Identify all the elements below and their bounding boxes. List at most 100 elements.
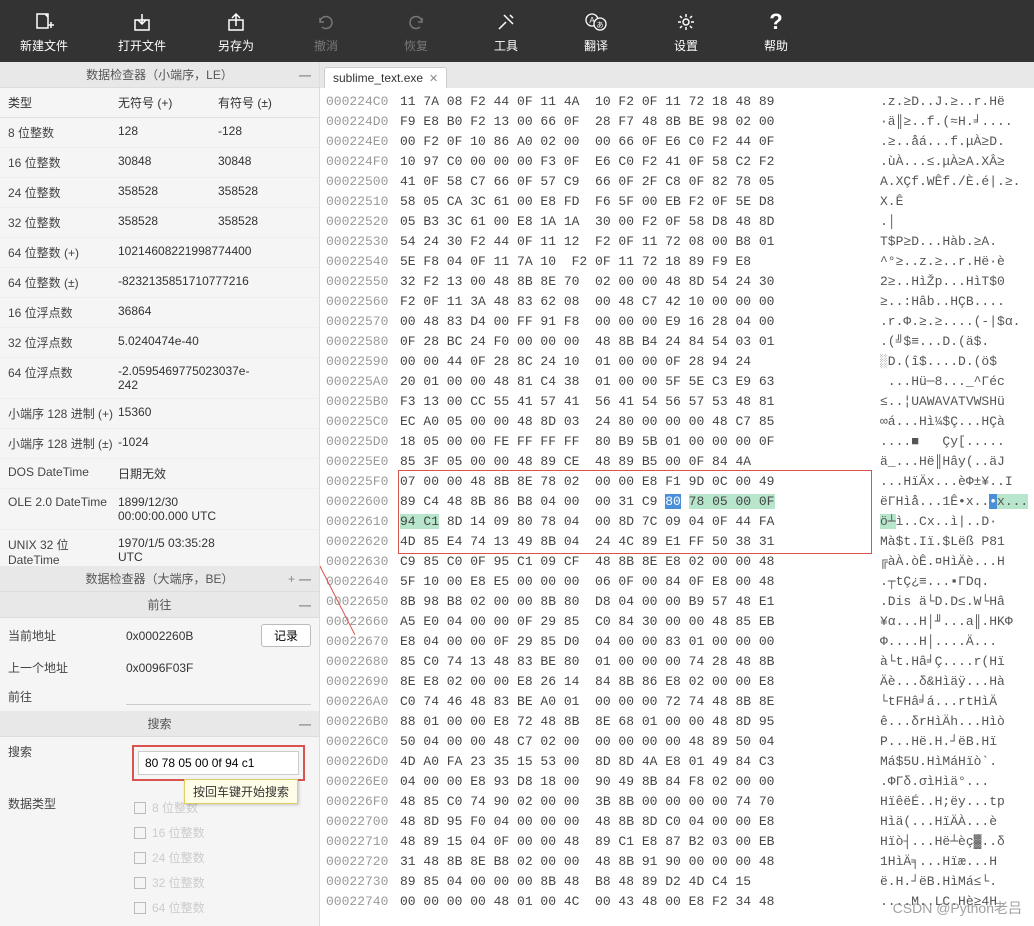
hex-row[interactable]: 0002268085 C0 74 13 48 83 BE 80 01 00 00… [320, 652, 1034, 672]
hex-row[interactable]: 000225F007 00 00 48 8B 8E 78 02 00 00 E8… [320, 472, 1034, 492]
new-file-icon [34, 9, 54, 35]
hex-row[interactable]: 000226B088 01 00 00 E8 72 48 8B 8E 68 01… [320, 712, 1034, 732]
hex-row[interactable]: 0002271048 89 15 04 0F 00 00 48 89 C1 E8… [320, 832, 1034, 852]
hex-row[interactable]: 0002259000 00 44 0F 28 8C 24 10 01 00 00… [320, 352, 1034, 372]
datatype-option[interactable]: 24 位整数 [126, 845, 311, 870]
hex-row[interactable]: 00022630C9 85 C0 0F 95 C1 09 CF 48 8B 8E… [320, 552, 1034, 572]
hex-row[interactable]: 0002255032 F2 13 00 48 8B 8E 70 02 00 00… [320, 272, 1034, 292]
collapse-icon[interactable]: — [299, 68, 311, 82]
redo-button[interactable]: 恢复 [396, 9, 436, 54]
record-button[interactable]: 记录 [261, 624, 311, 647]
new-file-button[interactable]: 新建文件 [20, 9, 68, 54]
hex-row[interactable]: 0002270048 8D 95 F0 04 00 00 00 48 8B 8D… [320, 812, 1034, 832]
tab-label: sublime_text.exe [333, 71, 423, 85]
collapse-icon[interactable]: — [299, 572, 311, 586]
hex-row[interactable]: 0002272031 48 8B 8E B8 02 00 00 48 8B 91… [320, 852, 1034, 872]
close-icon[interactable]: ✕ [429, 72, 438, 85]
open-file-button[interactable]: 打开文件 [118, 9, 166, 54]
datatype-label: 数据类型 [8, 795, 118, 812]
inspector-row: 小端序 128 进制 (±)-1024 [0, 429, 319, 459]
toolbar-label: 另存为 [218, 37, 254, 54]
open-file-icon [132, 9, 152, 35]
inspector-le-header[interactable]: 数据检查器（小端序，LE） — [0, 62, 319, 88]
toolbar-label: 恢复 [404, 37, 428, 54]
hex-row[interactable]: 000225A020 01 00 00 48 81 C4 38 01 00 00… [320, 372, 1034, 392]
inspector-row: DOS DateTime日期无效 [0, 459, 319, 489]
inspector-row: 8 位整数128-128 [0, 118, 319, 148]
datatype-option[interactable]: 64 位整数 [126, 895, 311, 920]
translate-button[interactable]: Aあ 翻译 [576, 9, 616, 54]
hex-row[interactable]: 000226D04D A0 FA 23 35 15 53 00 8D 8D 4A… [320, 752, 1034, 772]
help-button[interactable]: ? 帮助 [756, 9, 796, 54]
undo-icon [316, 9, 336, 35]
goto-header[interactable]: 前往 — [0, 592, 319, 618]
hex-row[interactable]: 000226405F 10 00 E8 E5 00 00 00 06 0F 00… [320, 572, 1034, 592]
datatype-option[interactable]: 32 位整数 [126, 870, 311, 895]
tools-icon [496, 9, 516, 35]
save-as-button[interactable]: 另存为 [216, 9, 256, 54]
save-as-icon [226, 9, 246, 35]
svg-text:あ: あ [597, 21, 604, 29]
hex-row[interactable]: 0002273089 85 04 00 00 00 8B 48 B8 48 89… [320, 872, 1034, 892]
hex-row[interactable]: 000224E000 F2 0F 10 86 A0 02 00 00 66 0F… [320, 132, 1034, 152]
hex-row[interactable]: 000226E004 00 00 E8 93 D8 18 00 90 49 8B… [320, 772, 1034, 792]
col-signed: 有符号 (±) [218, 94, 311, 111]
hex-row[interactable]: 0002260089 C4 48 8B 86 B8 04 00 00 31 C9… [320, 492, 1034, 512]
toolbar-label: 帮助 [764, 37, 788, 54]
toolbar-label: 新建文件 [20, 37, 68, 54]
undo-button[interactable]: 撤消 [306, 9, 346, 54]
search-tip: 按回车键开始搜索 [184, 779, 298, 804]
search-box: 按回车键开始搜索 [132, 745, 305, 781]
hex-row[interactable]: 000224C011 7A 08 F2 44 0F 11 4A 10 F2 0F… [320, 92, 1034, 112]
hex-row[interactable]: 000225800F 28 BC 24 F0 00 00 00 48 8B B4… [320, 332, 1034, 352]
collapse-icon[interactable]: — [299, 598, 311, 612]
hex-row[interactable]: 0002261094 C1 8D 14 09 80 78 04 00 8D 7C… [320, 512, 1034, 532]
hex-row[interactable]: 000224F010 97 C0 00 00 00 F3 0F E6 C0 F2… [320, 152, 1034, 172]
hex-row[interactable]: 000226C050 04 00 00 48 C7 02 00 00 00 00… [320, 732, 1034, 752]
hex-row[interactable]: 00022560F2 0F 11 3A 48 83 62 08 00 48 C7… [320, 292, 1034, 312]
toolbar-label: 设置 [674, 37, 698, 54]
hex-row[interactable]: 000225D018 05 00 00 FE FF FF FF 80 B9 5B… [320, 432, 1034, 452]
hex-row[interactable]: 000226204D 85 E4 74 13 49 8B 04 24 4C 89… [320, 532, 1034, 552]
file-tab[interactable]: sublime_text.exe ✕ [324, 67, 447, 88]
toolbar-label: 打开文件 [118, 37, 166, 54]
hex-row[interactable]: 000226908E E8 02 00 00 E8 26 14 84 8B 86… [320, 672, 1034, 692]
hex-row[interactable]: 000225E085 3F 05 00 00 48 89 CE 48 89 B5… [320, 452, 1034, 472]
hex-row[interactable]: 0002252005 B3 3C 61 00 E8 1A 1A 30 00 F2… [320, 212, 1034, 232]
inspector-row: 64 位浮点数-2.0595469775023037e-242 [0, 358, 319, 399]
add-icon[interactable]: + [288, 572, 295, 586]
panel-title: 数据检查器（大端序，BE） [85, 570, 233, 587]
hex-row[interactable]: 000225B0F3 13 00 CC 55 41 57 41 56 41 54… [320, 392, 1034, 412]
search-header[interactable]: 搜索 — [0, 711, 319, 737]
hex-row[interactable]: 000224D0F9 E8 B0 F2 13 00 66 0F 28 F7 48… [320, 112, 1034, 132]
hex-row[interactable]: 000226508B 98 B8 02 00 00 8B 80 D8 04 00… [320, 592, 1034, 612]
hex-row[interactable]: 000226F048 85 C0 74 90 02 00 00 3B 8B 00… [320, 792, 1034, 812]
search-panel: 搜索 按回车键开始搜索 数据类型 8 位整数 16 位整数 24 位整数 32 … [0, 737, 319, 926]
hex-row[interactable]: 00022660A5 E0 04 00 00 0F 29 85 C0 84 30… [320, 612, 1034, 632]
right-panel: sublime_text.exe ✕ 000224C011 7A 08 F2 4… [320, 62, 1034, 926]
inspector-row: 24 位整数358528358528 [0, 178, 319, 208]
hex-row[interactable]: 0002250041 0F 58 C7 66 0F 57 C9 66 0F 2F… [320, 172, 1034, 192]
goto-input[interactable] [126, 689, 311, 705]
col-type: 类型 [8, 94, 118, 111]
search-input[interactable] [138, 751, 299, 775]
datatype-option[interactable]: 16 位整数 [126, 820, 311, 845]
prev-addr-label: 上一个地址 [8, 659, 118, 676]
hex-row[interactable]: 00022670E8 04 00 00 0F 29 85 D0 04 00 00… [320, 632, 1034, 652]
inspector-le: 类型 无符号 (+) 有符号 (±) 8 位整数128-12816 位整数308… [0, 88, 319, 566]
main-toolbar: 新建文件 打开文件 另存为 撤消 恢复 工具 Aあ 翻译 [0, 0, 1034, 62]
hex-row[interactable]: 0002251058 05 CA 3C 61 00 E8 FD F6 5F 00… [320, 192, 1034, 212]
hex-row[interactable]: 000226A0C0 74 46 48 83 BE A0 01 00 00 00… [320, 692, 1034, 712]
tools-button[interactable]: 工具 [486, 9, 526, 54]
gear-icon [676, 9, 696, 35]
hex-row[interactable]: 000225C0EC A0 05 00 00 48 8D 03 24 80 00… [320, 412, 1034, 432]
hex-editor[interactable]: 000224C011 7A 08 F2 44 0F 11 4A 10 F2 0F… [320, 88, 1034, 926]
collapse-icon[interactable]: — [299, 717, 311, 731]
goto-panel: 当前地址 0x0002260B 记录 上一个地址 0x0096F03F 前往 [0, 618, 319, 711]
hex-row[interactable]: 000225405E F8 04 0F 11 7A 10 F2 0F 11 72… [320, 252, 1034, 272]
prev-addr-value: 0x0096F03F [126, 661, 311, 675]
hex-row[interactable]: 0002253054 24 30 F2 44 0F 11 12 F2 0F 11… [320, 232, 1034, 252]
inspector-be-header[interactable]: 数据检查器（大端序，BE） + — [0, 566, 319, 592]
hex-row[interactable]: 0002257000 48 83 D4 00 FF 91 F8 00 00 00… [320, 312, 1034, 332]
settings-button[interactable]: 设置 [666, 9, 706, 54]
